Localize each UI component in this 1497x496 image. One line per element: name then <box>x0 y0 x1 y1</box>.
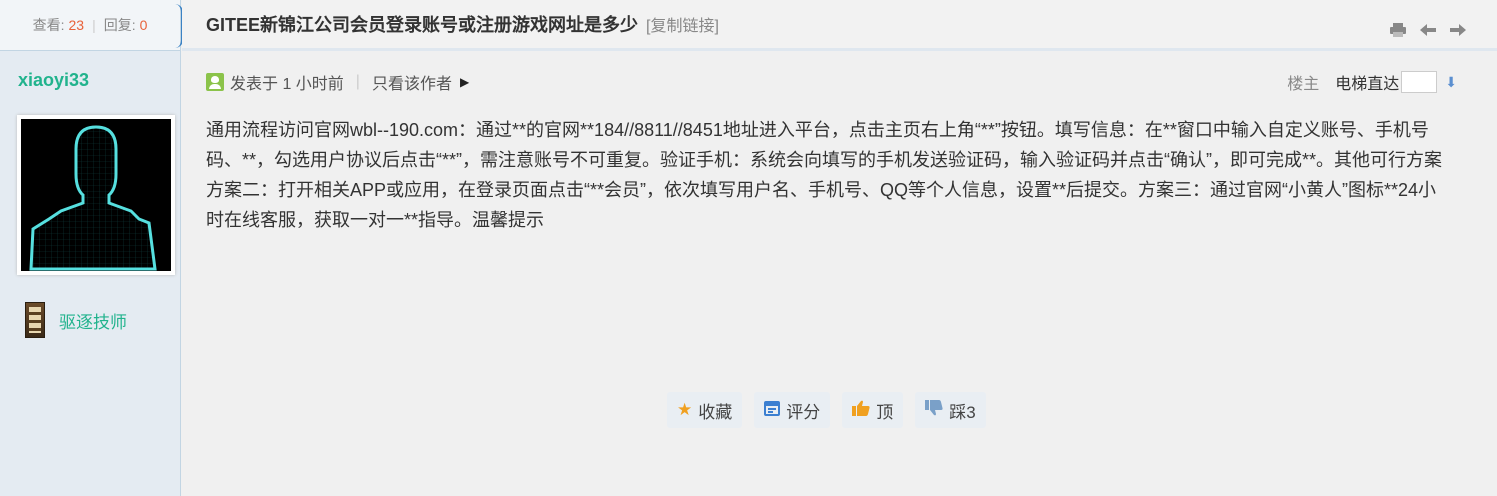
silhouette-icon <box>29 125 157 271</box>
replies-label: 回复: <box>103 17 136 33</box>
post-meta: 发表于 1 小时前 | 只看该作者 ▶ 楼主 电梯直达 ⬇ <box>206 70 1457 94</box>
stats-divider: | <box>92 17 96 33</box>
author-name-link[interactable]: xiaoyi33 <box>18 70 180 91</box>
thumb-up-icon <box>852 400 870 421</box>
post-actions: ★ 收藏 评分 顶 踩3 <box>667 392 986 428</box>
thread-title: GITEE新锦江公司会员登录账号或注册游戏网址是多少 <box>206 15 639 35</box>
views-count: 23 <box>68 17 85 33</box>
floor-controls: 楼主 电梯直达 ⬇ <box>1287 70 1457 94</box>
title-bar: GITEE新锦江公司会员登录账号或注册游戏网址是多少 [复制链接] <box>182 0 1497 51</box>
favorite-button[interactable]: ★ 收藏 <box>667 392 743 428</box>
post-content: 通用流程访问官网wbl--190.com：通过**的官网**184//8811/… <box>206 120 1442 230</box>
medal-row: 驱逐技师 <box>25 302 127 338</box>
arrow-left-icon[interactable] <box>1419 22 1437 42</box>
print-icon[interactable] <box>1389 22 1407 42</box>
floor-jump-input[interactable] <box>1401 71 1438 93</box>
arrow-right-icon[interactable] <box>1449 22 1467 42</box>
thread-page: 查看: 23 | 回复: 0 xiaoyi33 驱逐技师 GITEE新锦江公司会… <box>0 0 1497 496</box>
like-button[interactable]: 顶 <box>842 392 904 428</box>
film-medal-icon <box>25 302 45 338</box>
thumb-down-icon <box>925 399 943 421</box>
floor-owner-label: 楼主 <box>1287 76 1320 93</box>
views-label: 查看: <box>32 17 65 33</box>
triangle-right-icon[interactable]: ▶ <box>460 75 469 89</box>
title-tools <box>1389 22 1467 42</box>
replies-count: 0 <box>139 17 148 33</box>
star-icon: ★ <box>677 400 693 419</box>
medal-label[interactable]: 驱逐技师 <box>59 308 127 333</box>
rate-label: 评分 <box>786 402 821 422</box>
favorite-label: 收藏 <box>698 402 733 422</box>
arrow-down-icon[interactable]: ⬇ <box>1445 74 1457 91</box>
elevator-label: 电梯直达 <box>1335 76 1400 93</box>
dislike-label: 踩3 <box>949 402 976 422</box>
calendar-icon <box>764 400 781 421</box>
like-label: 顶 <box>876 402 894 422</box>
copy-link-button[interactable]: [复制链接] <box>646 12 719 36</box>
author-sidebar: 查看: 23 | 回复: 0 xiaoyi33 驱逐技师 <box>0 0 181 496</box>
dislike-button[interactable]: 踩3 <box>915 392 986 428</box>
meta-divider: | <box>355 73 360 90</box>
avatar-frame[interactable] <box>17 115 175 275</box>
only-author-link[interactable]: 只看该作者 <box>372 70 452 94</box>
posted-time: 发表于 1 小时前 <box>230 76 344 93</box>
thread-stats: 查看: 23 | 回复: 0 <box>0 0 180 51</box>
post-main: GITEE新锦江公司会员登录账号或注册游戏网址是多少 [复制链接] 发表于 1 … <box>182 0 1497 496</box>
user-online-icon <box>206 73 224 91</box>
avatar[interactable] <box>21 119 171 271</box>
rate-button[interactable]: 评分 <box>754 392 831 428</box>
